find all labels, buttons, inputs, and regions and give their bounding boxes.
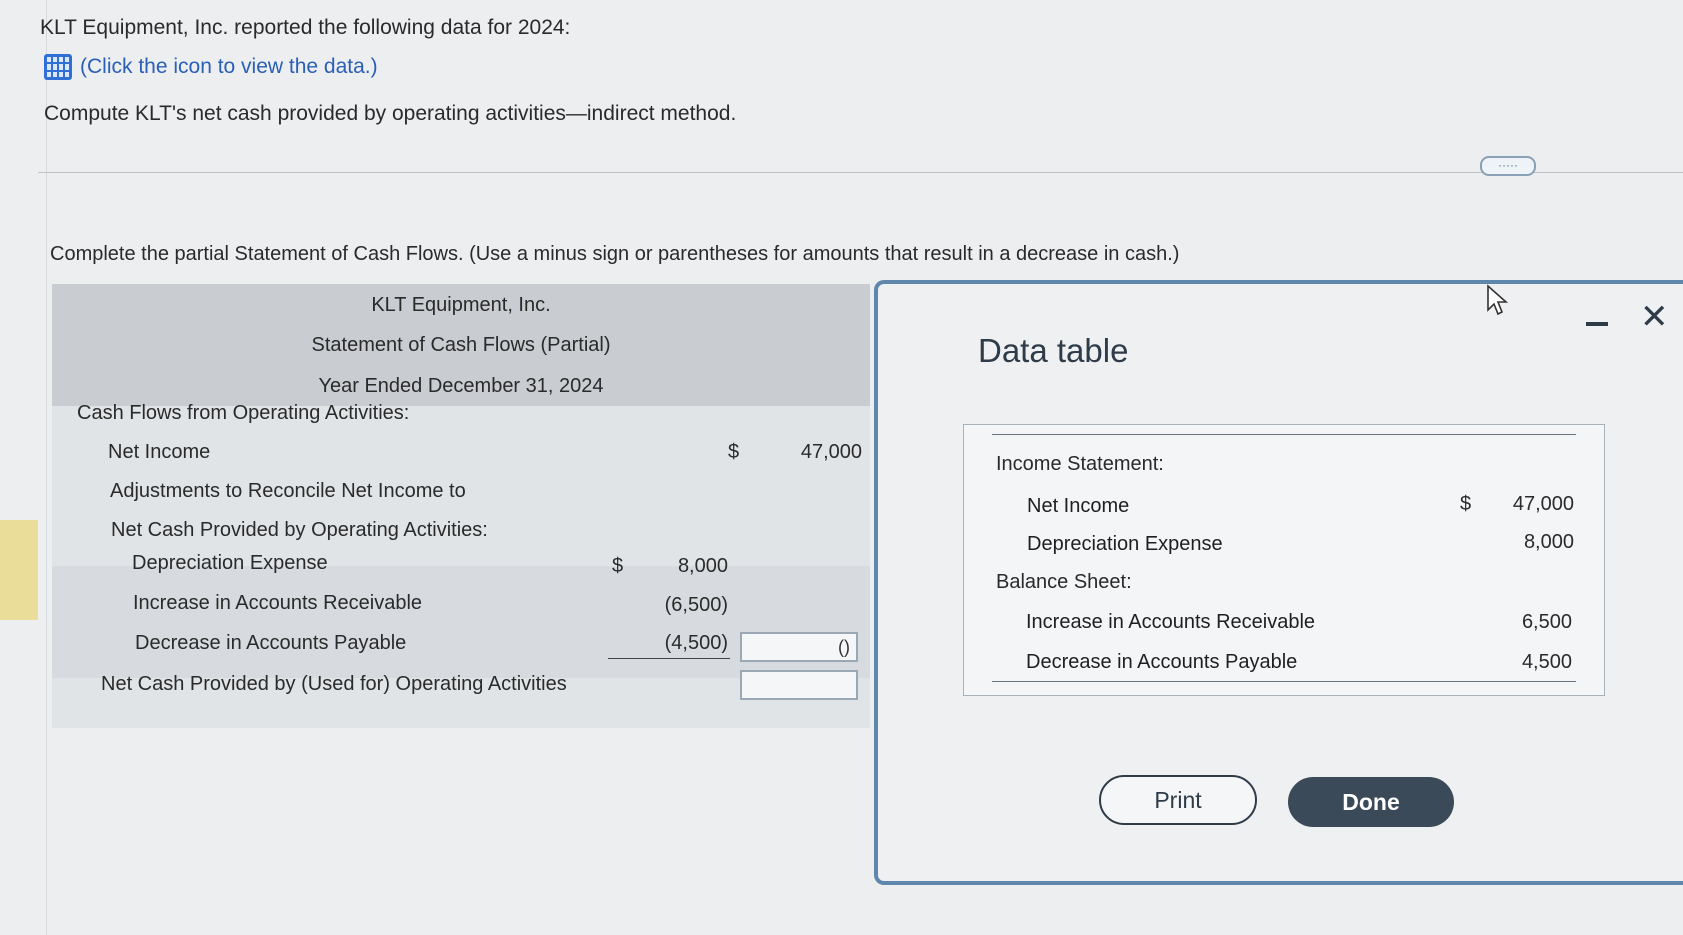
data-link-text[interactable]: (Click the icon to view the data.): [80, 55, 378, 79]
accounts-payable-value: (4,500): [664, 632, 728, 654]
dt-depreciation-label: Depreciation Expense: [1027, 533, 1223, 555]
data-table-modal: Data table ✕ Income Statement: Net Incom…: [874, 280, 1683, 885]
dt-accounts-receivable-label: Increase in Accounts Receivable: [1026, 611, 1316, 633]
statement-title: Statement of Cash Flows (Partial): [311, 334, 611, 356]
dt-accounts-payable-label: Decrease in Accounts Payable: [1026, 651, 1298, 673]
depreciation-label: Depreciation Expense: [132, 552, 328, 574]
net-income-label: Net Income: [108, 441, 211, 463]
statement-period: Year Ended December 31, 2024: [318, 375, 604, 397]
table-top-rule: [992, 434, 1576, 435]
dt-net-income-value: 47,000: [1512, 493, 1574, 515]
adjustments-total-input[interactable]: (): [740, 632, 858, 662]
left-margin-rule: [46, 0, 47, 935]
mouse-cursor-icon: [1487, 284, 1509, 316]
close-icon[interactable]: ✕: [1640, 300, 1669, 334]
section-divider: [38, 172, 1683, 173]
print-button[interactable]: Print: [1099, 775, 1257, 825]
dt-net-income-dollar: $: [1460, 493, 1472, 515]
adjustments-label-line2: Net Cash Provided by Operating Activitie…: [111, 519, 488, 541]
depreciation-value: 8,000: [677, 555, 728, 577]
net-income-value: 47,000: [800, 441, 862, 463]
accounts-payable-label: Decrease in Accounts Payable: [135, 632, 407, 654]
done-button[interactable]: Done: [1288, 777, 1454, 827]
accounts-receivable-label: Increase in Accounts Receivable: [133, 592, 423, 614]
dt-accounts-receivable-value: 6,500: [1521, 611, 1572, 633]
net-cash-label: Net Cash Provided by (Used for) Operatin…: [101, 673, 567, 695]
accounts-receivable-value: (6,500): [664, 594, 728, 616]
minimize-icon[interactable]: [1586, 322, 1608, 326]
table-bottom-rule: [992, 681, 1576, 682]
dt-net-income-label: Net Income: [1027, 495, 1130, 517]
table-grid-icon[interactable]: [44, 54, 72, 80]
income-statement-label: Income Statement:: [996, 453, 1164, 475]
modal-title: Data table: [978, 332, 1129, 369]
dt-accounts-payable-value: 4,500: [1521, 651, 1572, 673]
operating-section-label: Cash Flows from Operating Activities:: [77, 402, 410, 424]
dt-depreciation-value: 8,000: [1523, 531, 1574, 553]
statement-company: KLT Equipment, Inc.: [371, 294, 551, 316]
data-link[interactable]: (Click the icon to view the data.): [44, 54, 378, 80]
subtotal-underline: [608, 658, 730, 659]
net-cash-input[interactable]: [740, 670, 858, 700]
data-table: Income Statement: Net Income $ 47,000 De…: [963, 424, 1605, 696]
highlight-strip: [0, 520, 38, 620]
adjustments-label-line1: Adjustments to Reconcile Net Income to: [110, 480, 466, 502]
question-text: Compute KLT's net cash provided by opera…: [44, 102, 737, 125]
expand-more-button[interactable]: ·····: [1480, 156, 1536, 176]
net-income-dollar: $: [728, 441, 740, 463]
statement-header: KLT Equipment, Inc. Statement of Cash Fl…: [52, 284, 870, 406]
intro-text: KLT Equipment, Inc. reported the followi…: [40, 16, 571, 39]
balance-sheet-label: Balance Sheet:: [996, 571, 1132, 593]
instructions-text: Complete the partial Statement of Cash F…: [50, 243, 1180, 265]
